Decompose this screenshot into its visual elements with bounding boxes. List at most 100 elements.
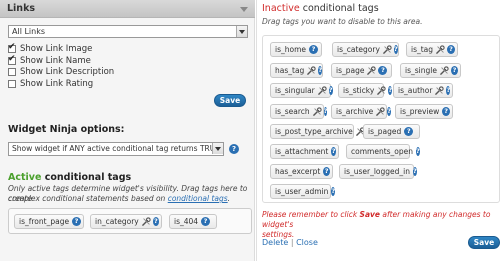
tag-is-tag[interactable]: is_tag? bbox=[406, 42, 458, 57]
help-icon[interactable]: ? bbox=[378, 66, 388, 75]
tag-label: is_search bbox=[275, 107, 310, 116]
help-icon[interactable]: ? bbox=[72, 217, 81, 226]
tag-is-404[interactable]: is_404? bbox=[169, 214, 217, 229]
help-icon[interactable]: ? bbox=[323, 167, 330, 176]
tag-label: is_category bbox=[337, 45, 380, 54]
tag-label: is_tag bbox=[411, 45, 434, 54]
close-link[interactable]: Close bbox=[296, 238, 318, 247]
help-icon[interactable]: ? bbox=[446, 86, 451, 95]
option-show-link-name[interactable]: Show Link Name bbox=[8, 54, 91, 66]
help-icon[interactable]: ? bbox=[416, 147, 420, 156]
wrench-icon[interactable] bbox=[376, 107, 385, 116]
tag-in-category[interactable]: in_category? bbox=[90, 214, 162, 229]
help-icon[interactable]: ? bbox=[331, 187, 336, 196]
option-show-link-description[interactable]: Show Link Description bbox=[8, 66, 114, 77]
tag-label: is_home bbox=[275, 45, 307, 54]
help-icon[interactable]: ? bbox=[331, 147, 336, 156]
warn-save-word: Save bbox=[359, 210, 380, 219]
wrench-icon[interactable] bbox=[377, 86, 386, 95]
active-title-rest: conditional tags bbox=[41, 172, 132, 183]
wrench-icon[interactable] bbox=[440, 66, 449, 75]
tag-is-category[interactable]: is_category? bbox=[332, 42, 399, 57]
tag-is-singular[interactable]: is_singular? bbox=[270, 83, 333, 98]
widget-ninja-mode-select[interactable]: Show widget if ANY active conditional ta… bbox=[8, 142, 224, 156]
wrench-icon[interactable] bbox=[317, 86, 327, 95]
inactive-tags-title: Inactive conditional tags bbox=[262, 3, 379, 14]
tag-is-preview[interactable]: is_preview? bbox=[395, 104, 453, 119]
help-icon[interactable]: ? bbox=[387, 107, 392, 116]
save-button[interactable]: Save bbox=[468, 236, 500, 249]
help-icon[interactable]: ? bbox=[318, 66, 323, 75]
tag-is-home[interactable]: is_home? bbox=[270, 42, 322, 57]
tag-is-user-logged-in[interactable]: is_user_logged_in? bbox=[339, 164, 417, 179]
tag-label: is_sticky bbox=[343, 86, 375, 95]
tag-is-archive[interactable]: is_archive? bbox=[331, 104, 392, 119]
widget-footer-links: Delete | Close bbox=[262, 238, 318, 247]
tag-is-paged[interactable]: is_paged? bbox=[363, 124, 420, 139]
tag-label: is_front_page bbox=[19, 217, 70, 226]
wrench-icon[interactable] bbox=[367, 66, 377, 75]
conditional-tags-link[interactable]: conditional tags bbox=[168, 194, 228, 203]
help-icon[interactable]: ? bbox=[442, 107, 450, 116]
tag-label: is_user_logged_in bbox=[344, 167, 411, 176]
option-label: Show Link Rating bbox=[20, 78, 94, 89]
option-show-link-image[interactable]: Show Link Image bbox=[8, 42, 93, 54]
separator: | bbox=[290, 238, 294, 247]
tag-label: is_attachment bbox=[275, 147, 329, 156]
help-icon[interactable]: ? bbox=[388, 86, 393, 95]
tag-label: is_preview bbox=[400, 107, 440, 116]
help-icon[interactable]: ? bbox=[413, 167, 417, 176]
widget-header[interactable]: Links bbox=[0, 0, 255, 18]
tag-is-front-page[interactable]: is_front_page? bbox=[14, 214, 84, 229]
help-icon[interactable]: ? bbox=[201, 217, 211, 226]
tag-is-search[interactable]: is_search? bbox=[270, 104, 328, 119]
wrench-icon[interactable] bbox=[436, 45, 445, 54]
tag-label: is_archive bbox=[336, 107, 374, 116]
chevron-down-icon[interactable] bbox=[212, 143, 223, 154]
active-desc-end: . bbox=[227, 194, 231, 203]
option-show-link-rating[interactable]: Show Link Rating bbox=[8, 78, 93, 89]
tag-comments-open[interactable]: comments_open? bbox=[346, 144, 420, 159]
wrench-icon[interactable] bbox=[312, 107, 322, 116]
help-icon[interactable]: ? bbox=[393, 45, 398, 54]
help-icon[interactable]: ? bbox=[404, 127, 414, 136]
collapse-arrow-icon[interactable] bbox=[240, 7, 248, 12]
help-icon[interactable]: ? bbox=[323, 107, 328, 116]
help-icon[interactable]: ? bbox=[229, 144, 239, 154]
tag-is-author[interactable]: is_author? bbox=[393, 83, 453, 98]
checkbox-show-link-image[interactable] bbox=[8, 42, 16, 53]
widget-ninja-mode-value: Show widget if ANY active conditional ta… bbox=[12, 144, 224, 153]
wrench-icon[interactable] bbox=[383, 45, 392, 54]
wrench-icon[interactable] bbox=[141, 217, 151, 226]
tag-has-tag[interactable]: has_tag? bbox=[270, 63, 323, 78]
save-button[interactable]: Save bbox=[214, 94, 246, 107]
help-icon[interactable]: ? bbox=[328, 86, 333, 95]
delete-link[interactable]: Delete bbox=[262, 238, 288, 247]
checkbox-show-link-description[interactable] bbox=[8, 67, 16, 76]
tag-is-post-type-archive[interactable]: is_post_type_archive? bbox=[270, 124, 371, 139]
chevron-down-icon[interactable] bbox=[236, 26, 247, 37]
wrench-icon[interactable] bbox=[307, 66, 316, 75]
option-label: Show Link Image bbox=[20, 43, 93, 54]
help-icon[interactable]: ? bbox=[309, 45, 319, 54]
tag-label: is_author bbox=[398, 86, 433, 95]
link-category-select[interactable]: All Links bbox=[8, 25, 248, 38]
tag-is-single[interactable]: is_single? bbox=[400, 63, 461, 78]
tag-has-excerpt[interactable]: has_excerpt? bbox=[270, 164, 333, 179]
tag-label: is_post_type_archive bbox=[275, 127, 353, 136]
tag-is-page[interactable]: is_page? bbox=[331, 63, 392, 78]
tag-label: is_user_admin bbox=[275, 187, 329, 196]
help-icon[interactable]: ? bbox=[152, 217, 159, 226]
help-icon[interactable]: ? bbox=[447, 45, 455, 54]
wrench-icon[interactable] bbox=[435, 86, 445, 95]
tag-is-attachment[interactable]: is_attachment? bbox=[270, 144, 339, 159]
checkbox-show-link-name[interactable] bbox=[8, 54, 16, 65]
tag-is-sticky[interactable]: is_sticky? bbox=[338, 83, 393, 98]
tag-label: has_excerpt bbox=[275, 167, 321, 176]
tag-is-user-admin[interactable]: is_user_admin? bbox=[270, 184, 336, 199]
help-icon[interactable]: ? bbox=[450, 66, 458, 75]
checkbox-show-link-rating[interactable] bbox=[8, 79, 16, 88]
widget-panel: Links All Links Show Link Image Show Lin… bbox=[0, 0, 255, 261]
tag-label: is_single bbox=[405, 66, 437, 75]
inactive-title-rest: conditional tags bbox=[299, 3, 379, 14]
